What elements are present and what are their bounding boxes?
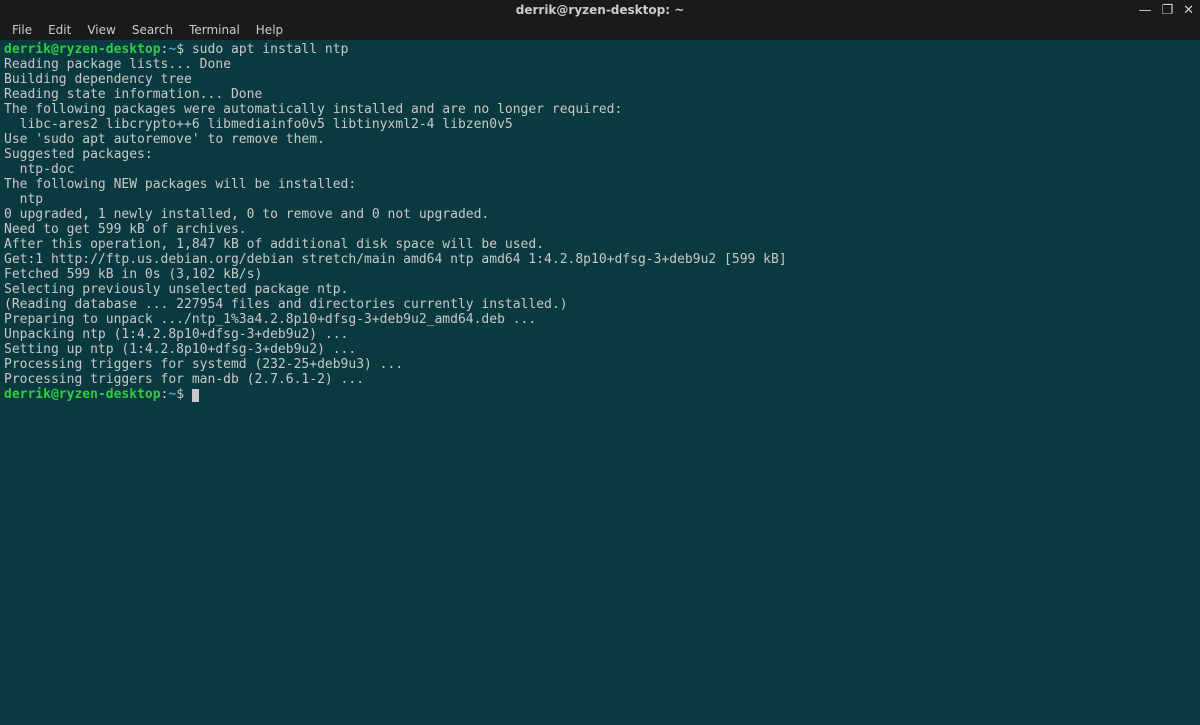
window-controls: — ❐ ✕	[1138, 4, 1194, 17]
output-line: The following NEW packages will be insta…	[4, 177, 1196, 192]
output-line: Building dependency tree	[4, 72, 1196, 87]
output-line: ntp	[4, 192, 1196, 207]
terminal-body[interactable]: derrik@ryzen-desktop:~$ sudo apt install…	[0, 40, 1200, 404]
output-line: The following packages were automaticall…	[4, 102, 1196, 117]
output-line: 0 upgraded, 1 newly installed, 0 to remo…	[4, 207, 1196, 222]
output-line: Fetched 599 kB in 0s (3,102 kB/s)	[4, 267, 1196, 282]
menu-terminal[interactable]: Terminal	[181, 21, 248, 39]
output-line: Reading state information... Done	[4, 87, 1196, 102]
window-title: derrik@ryzen-desktop: ~	[516, 3, 685, 17]
output-line: Reading package lists... Done	[4, 57, 1196, 72]
menubar: File Edit View Search Terminal Help	[0, 20, 1200, 40]
close-icon[interactable]: ✕	[1183, 4, 1194, 17]
menu-help[interactable]: Help	[248, 21, 291, 39]
output-line: Need to get 599 kB of archives.	[4, 222, 1196, 237]
output-line: Selecting previously unselected package …	[4, 282, 1196, 297]
output-line: Preparing to unpack .../ntp_1%3a4.2.8p10…	[4, 312, 1196, 327]
menu-search[interactable]: Search	[124, 21, 181, 39]
prompt-userhost: derrik@ryzen-desktop	[4, 387, 161, 402]
menu-edit[interactable]: Edit	[40, 21, 79, 39]
output-line: Suggested packages:	[4, 147, 1196, 162]
prompt-userhost: derrik@ryzen-desktop	[4, 42, 161, 57]
output-line: libc-ares2 libcrypto++6 libmediainfo0v5 …	[4, 117, 1196, 132]
prompt-dollar: $	[176, 42, 192, 57]
output-line: (Reading database ... 227954 files and d…	[4, 297, 1196, 312]
prompt-dollar: $	[176, 387, 192, 402]
maximize-icon[interactable]: ❐	[1161, 4, 1173, 17]
output-line: Processing triggers for systemd (232-25+…	[4, 357, 1196, 372]
command-text: sudo apt install ntp	[192, 42, 349, 57]
output-line: After this operation, 1,847 kB of additi…	[4, 237, 1196, 252]
prompt-line: derrik@ryzen-desktop:~$	[4, 387, 1196, 402]
output-line: Get:1 http://ftp.us.debian.org/debian st…	[4, 252, 1196, 267]
window-titlebar: derrik@ryzen-desktop: ~ — ❐ ✕	[0, 0, 1200, 20]
prompt-line: derrik@ryzen-desktop:~$ sudo apt install…	[4, 42, 1196, 57]
output-line: ntp-doc	[4, 162, 1196, 177]
output-line: Use 'sudo apt autoremove' to remove them…	[4, 132, 1196, 147]
output-line: Setting up ntp (1:4.2.8p10+dfsg-3+deb9u2…	[4, 342, 1196, 357]
menu-view[interactable]: View	[79, 21, 123, 39]
output-line: Unpacking ntp (1:4.2.8p10+dfsg-3+deb9u2)…	[4, 327, 1196, 342]
minimize-icon[interactable]: —	[1138, 4, 1151, 17]
cursor-icon	[192, 389, 199, 402]
menu-file[interactable]: File	[4, 21, 40, 39]
output-line: Processing triggers for man-db (2.7.6.1-…	[4, 372, 1196, 387]
